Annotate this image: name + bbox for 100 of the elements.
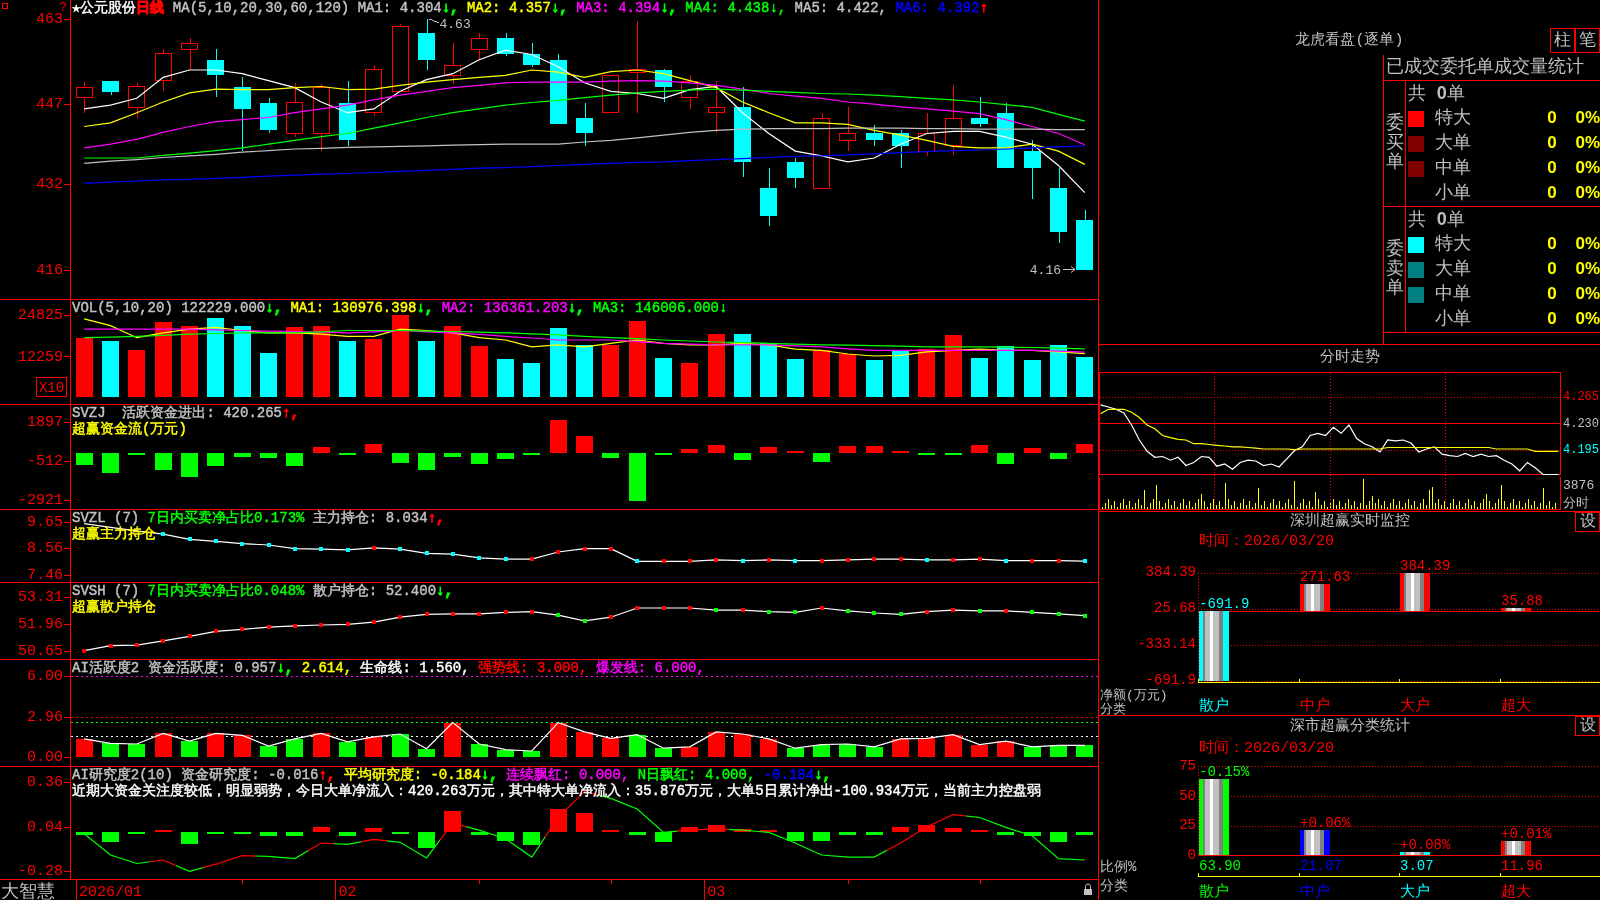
- indicator-label: 超赢散户持仓: [72, 599, 156, 615]
- bar: [708, 334, 725, 397]
- candlestick: [260, 97, 277, 134]
- point-marker: [161, 639, 165, 643]
- axis-tick-label: 51.96: [18, 616, 63, 634]
- axis-title: 分类: [1100, 702, 1126, 715]
- order-share: 0%: [1575, 309, 1600, 330]
- bar: [602, 738, 619, 758]
- bar: [1076, 444, 1093, 453]
- category-label: 中户: [1300, 698, 1330, 715]
- point-marker: [319, 623, 323, 627]
- bar: [471, 832, 488, 836]
- order-total: 共 0单: [1408, 210, 1465, 230]
- side-label: 委买单: [1385, 113, 1404, 174]
- bar: [892, 826, 909, 833]
- indicator-label: AI活跃度2 资金活跃度: 0.957: [72, 660, 277, 676]
- bar: [945, 734, 962, 758]
- bar: [734, 734, 751, 758]
- bar: [471, 452, 488, 464]
- point-marker: [451, 552, 455, 556]
- bar: [787, 450, 804, 453]
- category-label: 中户: [1300, 884, 1330, 899]
- indicator-label: 主力持仓: 8.034: [311, 510, 428, 526]
- point-marker: [188, 634, 192, 638]
- bar: [708, 825, 725, 833]
- point-marker: [530, 557, 534, 561]
- indicator-label: MA(5,10,20,30,60,120) MA1: 4.304: [171, 0, 442, 16]
- axis-tick-label: 0.36: [27, 774, 63, 792]
- change-label: +0.06%: [1300, 815, 1351, 832]
- point-marker: [293, 547, 297, 551]
- bar: [866, 446, 883, 453]
- bar: [418, 341, 435, 397]
- candlestick: [392, 23, 409, 92]
- candlestick: [313, 83, 330, 152]
- axis-tick-label: 50: [1179, 787, 1196, 804]
- order-size-label: 大单: [1435, 258, 1471, 281]
- bar: [734, 452, 751, 460]
- bar: [550, 722, 567, 758]
- indicator-label: MA4: 4.438↓,: [684, 0, 787, 16]
- change-label: +0.01%: [1501, 826, 1552, 843]
- bar: [181, 452, 198, 477]
- view-mode-button[interactable]: 柱: [1550, 28, 1575, 53]
- bar: [339, 741, 356, 758]
- value-label: -691.9: [1199, 596, 1250, 613]
- bar: [997, 832, 1014, 836]
- order-count: 0: [1547, 309, 1557, 330]
- point-marker: [267, 543, 271, 547]
- point-marker: [635, 606, 639, 610]
- bar: [1024, 448, 1041, 453]
- point-marker: [767, 558, 771, 562]
- bar: [839, 832, 856, 836]
- bar: [1199, 611, 1229, 681]
- candlestick: [102, 80, 119, 96]
- point-marker: [978, 557, 982, 561]
- point-marker: [556, 613, 560, 617]
- bar: [313, 446, 330, 453]
- bar: [918, 738, 935, 758]
- bar: [839, 446, 856, 453]
- candlestick: [418, 18, 435, 71]
- bar: [839, 354, 856, 397]
- settings-button[interactable]: 设: [1575, 512, 1600, 532]
- bar: [128, 452, 145, 455]
- order-count: 0: [1547, 284, 1557, 305]
- lock-icon: [1084, 883, 1092, 895]
- date-label: 02: [338, 884, 357, 900]
- bar: [181, 326, 198, 397]
- bar: [181, 741, 198, 758]
- point-marker: [425, 612, 429, 616]
- bar: [945, 452, 962, 455]
- indicator-label: MA3: 146006.000↓: [591, 300, 728, 316]
- point-marker: [267, 625, 271, 629]
- axis-tick-label: 0: [1187, 847, 1196, 864]
- bar: [708, 731, 725, 758]
- bar: [102, 743, 119, 758]
- indicator-label: 日线: [136, 0, 165, 16]
- bar: [892, 450, 909, 453]
- bar: [576, 731, 593, 758]
- order-share: 0%: [1575, 133, 1600, 154]
- point-marker: [135, 643, 139, 647]
- view-mode-button[interactable]: 笔: [1575, 28, 1600, 53]
- bar: [76, 832, 93, 836]
- order-size-label: 小单: [1435, 182, 1471, 205]
- bar: [866, 746, 883, 758]
- indicator-label: MA1: 130976.398: [289, 300, 417, 316]
- axis-tick-label: 416: [36, 261, 63, 279]
- point-marker: [556, 550, 560, 554]
- indicator-label: MA3: 4.394: [575, 0, 661, 16]
- value-label: 271.63: [1300, 569, 1351, 585]
- bar: [681, 449, 698, 453]
- candlestick: [155, 48, 172, 92]
- point-marker: [609, 547, 613, 551]
- side-label: 委卖单: [1385, 239, 1404, 300]
- settings-button[interactable]: 设: [1575, 716, 1600, 736]
- brand-label: 大智慧: [1, 882, 55, 900]
- bar: [234, 735, 251, 758]
- bar: [260, 746, 277, 758]
- point-marker: [793, 559, 797, 563]
- axis-tick-label: 447: [36, 96, 63, 114]
- bar: [1024, 746, 1041, 758]
- bar: [418, 748, 435, 758]
